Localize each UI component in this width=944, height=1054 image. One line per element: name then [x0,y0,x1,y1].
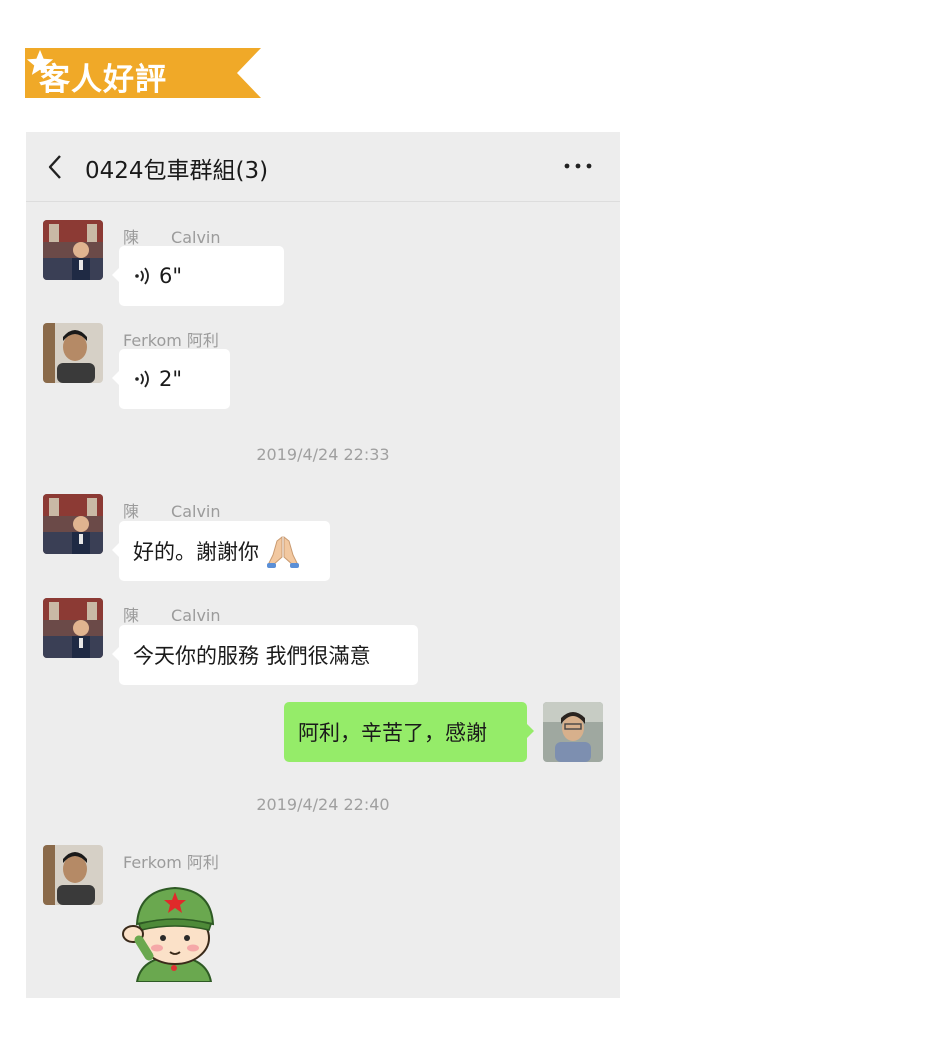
star-icon [26,49,54,75]
sender-name: 陳 Calvin [123,502,221,521]
text-message[interactable]: 今天你的服務 我們很滿意 [112,625,418,685]
message-text: 好的。謝謝你 [133,540,259,564]
banner-title: 客人好評 [39,62,167,98]
voice-message[interactable]: 2" [112,349,230,409]
voice-message[interactable]: 6" [112,246,284,306]
text-message[interactable]: 好的。謝謝你 [112,521,330,581]
voice-icon [135,267,149,285]
avatar-me[interactable] [543,702,603,762]
avatar-calvin[interactable] [43,220,103,280]
voice-icon [135,370,149,388]
timestamp: 2019/4/24 22:33 [256,445,390,464]
folded-hands-icon [267,535,299,568]
more-dots-icon[interactable] [562,156,594,176]
saluting-soldier-sticker[interactable] [119,876,229,982]
voice-duration: 6" [159,264,183,288]
chat-window: 0424包車群組(3) 陳 Calvin 6" Ferkom 阿利 2" 201… [26,132,620,998]
avatar-calvin[interactable] [43,598,103,658]
message-text: 阿利，辛苦了，感謝 [298,721,487,745]
avatar-ferkom[interactable] [43,845,103,905]
message-text: 今天你的服務 我們很滿意 [133,644,371,668]
avatar-ferkom[interactable] [43,323,103,383]
voice-duration: 2" [159,367,183,391]
chat-header: 0424包車群組(3) [26,132,620,202]
my-text-message[interactable]: 阿利，辛苦了，感謝 [284,702,534,762]
timestamp: 2019/4/24 22:40 [256,795,390,814]
sender-name: 陳 Calvin [123,606,221,625]
avatar-calvin[interactable] [43,494,103,554]
chevron-left-icon[interactable] [46,154,64,180]
chat-title: 0424包車群組(3) [85,158,269,184]
sender-name: 陳 Calvin [123,228,221,247]
sender-name: Ferkom 阿利 [123,853,219,872]
sender-name: Ferkom 阿利 [123,331,219,350]
reviews-banner: 客人好評 [25,48,261,98]
